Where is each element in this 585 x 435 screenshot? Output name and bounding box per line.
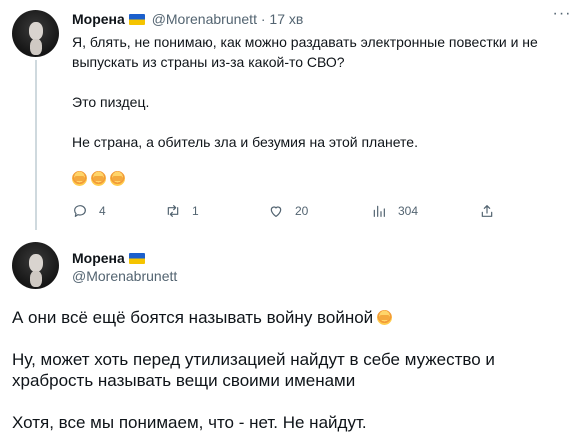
facepalm-icon xyxy=(72,171,87,186)
separator-dot: · xyxy=(260,11,266,27)
facepalm-icon xyxy=(91,171,106,186)
author-handle[interactable]: @Morenabrunett xyxy=(72,268,177,284)
share-icon xyxy=(481,205,493,217)
tweet-text: А они всё ещё боятся называть войну войн… xyxy=(12,307,577,433)
avatar[interactable] xyxy=(12,10,59,57)
share-button[interactable] xyxy=(479,203,495,219)
more-options-icon[interactable]: ··· xyxy=(552,6,572,25)
retweet-button[interactable]: 1 xyxy=(165,203,199,219)
tweet-header: Морена xyxy=(72,249,148,267)
view-count: 304 xyxy=(398,204,419,218)
reply-button[interactable]: 4 xyxy=(72,203,106,219)
avatar-face xyxy=(29,22,43,40)
ukraine-flag-icon xyxy=(128,14,145,25)
author-handle[interactable]: @Morenabrunett xyxy=(152,11,257,27)
tweet-paragraph: Я, блять, не понимаю, как можно раздават… xyxy=(72,34,538,70)
retweet-icon xyxy=(167,205,179,217)
avatar-hand xyxy=(30,271,42,287)
tweet-paragraph: Хотя, все мы понимаем, что - нет. Не най… xyxy=(12,413,367,432)
facepalm-icon xyxy=(110,171,125,186)
tweet-header: Морена @Morenabrunett · 17 хв xyxy=(72,10,303,28)
avatar[interactable] xyxy=(12,242,59,289)
tweet-paragraph-text: А они всё ещё боятся называть войну войн… xyxy=(12,308,374,327)
tweet-paragraph: Это пиздец. xyxy=(72,94,150,110)
tweet-original[interactable]: Морена @Morenabrunett · 17 хв ··· Я, бля… xyxy=(0,0,585,230)
views-button[interactable]: 304 xyxy=(371,203,418,219)
tweet-paragraph: Не страна, а обитель зла и безумия на эт… xyxy=(72,134,418,150)
heart-icon xyxy=(270,206,282,217)
timestamp[interactable]: 17 хв xyxy=(269,11,303,27)
tweet-paragraph: А они всё ещё боятся называть войну войн… xyxy=(12,307,577,328)
like-button[interactable]: 20 xyxy=(268,203,308,219)
bar-chart-icon xyxy=(373,205,385,217)
tweet-paragraph: Ну, может хоть перед утилизацией найдут … xyxy=(12,350,495,390)
thread-line xyxy=(35,60,37,230)
author-name[interactable]: Морена xyxy=(72,250,125,266)
action-bar: 4 1 20 304 xyxy=(72,203,575,221)
tweet-reply[interactable]: Морена @Morenabrunett А они всё ещё боят… xyxy=(0,228,585,435)
avatar-hand xyxy=(30,39,42,55)
author-name[interactable]: Морена xyxy=(72,11,125,27)
emoji-row xyxy=(72,171,125,186)
facepalm-icon xyxy=(377,310,393,325)
retweet-count: 1 xyxy=(192,204,199,218)
tweet-text: Я, блять, не понимаю, как можно раздават… xyxy=(72,32,577,152)
avatar-face xyxy=(29,254,43,272)
reply-count: 4 xyxy=(99,204,106,218)
ukraine-flag-icon xyxy=(128,253,145,264)
like-count: 20 xyxy=(295,204,309,218)
reply-icon xyxy=(74,205,86,217)
